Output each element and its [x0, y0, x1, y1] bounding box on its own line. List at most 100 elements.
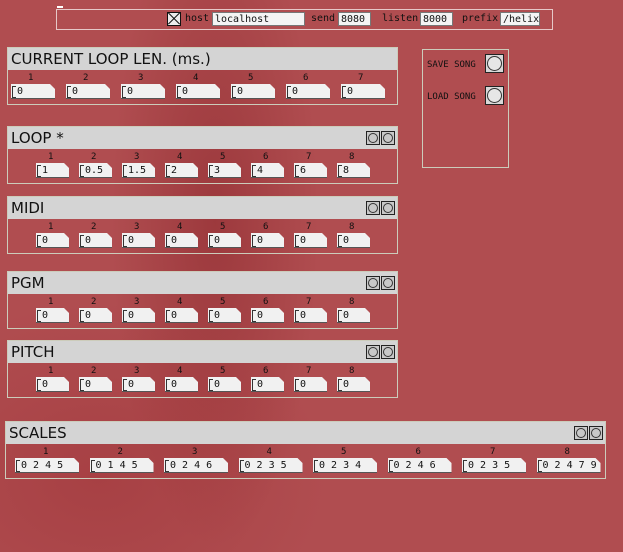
- pitch-column-label: 4: [177, 366, 183, 376]
- midi-number-box[interactable]: 0: [208, 233, 241, 248]
- scales-column-label: 4: [266, 447, 272, 457]
- midi-number-box[interactable]: 0: [294, 233, 327, 248]
- pgm-column-label: 4: [177, 297, 183, 307]
- pitch-column-label: 3: [134, 366, 140, 376]
- scales-number-box[interactable]: 0 2 3 5 6>: [462, 458, 526, 473]
- scales-number-box[interactable]: 0 2 4 6 7>: [164, 458, 228, 473]
- loop-column-label: 6: [263, 152, 269, 162]
- pgm-number-box[interactable]: 0: [208, 308, 241, 323]
- loop-number-box[interactable]: 6: [294, 163, 327, 178]
- loop_len-column-label: 7: [358, 73, 364, 83]
- scales-number-box[interactable]: 0 2 4 5 7>: [15, 458, 79, 473]
- pgm-bang-2[interactable]: [381, 276, 395, 290]
- scales-column-label: 5: [341, 447, 347, 457]
- osc-settings-bar: host localhost send 8080 listen 8000 pre…: [56, 6, 553, 30]
- pgm-bang-1[interactable]: [366, 276, 380, 290]
- midi-column-label: 6: [263, 222, 269, 232]
- pgm-number-box[interactable]: 0: [79, 308, 112, 323]
- osc-enable-toggle[interactable]: [167, 12, 181, 26]
- midi-column-label: 4: [177, 222, 183, 232]
- pitch-bang-1[interactable]: [366, 345, 380, 359]
- loop_len-number-box[interactable]: 0: [66, 84, 110, 99]
- pgm-number-box[interactable]: 0: [294, 308, 327, 323]
- loop-number-box[interactable]: 8: [337, 163, 370, 178]
- midi-number-box[interactable]: 0: [251, 233, 284, 248]
- prefix-field[interactable]: /helix: [500, 12, 540, 26]
- pgm-number-box[interactable]: 0: [122, 308, 155, 323]
- scales-panel: SCALES 10 2 4 5 7> 2 0 1 4 5 7> 3 0 2 4 6 7>…: [5, 421, 606, 479]
- pgm-number-box[interactable]: 0: [337, 308, 370, 323]
- loop-column-label: 7: [306, 152, 312, 162]
- bar-marker: [57, 6, 63, 8]
- pgm-column-label: 7: [306, 297, 312, 307]
- loop-column-label: 4: [177, 152, 183, 162]
- pitch-number-box[interactable]: 0: [122, 377, 155, 392]
- send-port-field[interactable]: 8080: [338, 12, 371, 26]
- scales-column-label: 2: [117, 447, 123, 457]
- pitch-number-box[interactable]: 0: [294, 377, 327, 392]
- song-panel: SAVE SONG LOAD SONG: [422, 49, 509, 168]
- host-label: host: [185, 13, 210, 24]
- scales-number-box[interactable]: 0 2 4 7 9: [537, 458, 601, 473]
- pitch-bang-2[interactable]: [381, 345, 395, 359]
- pgm-number-box[interactable]: 0: [165, 308, 198, 323]
- pgm-column-label: 5: [220, 297, 226, 307]
- loop_len-number-box[interactable]: 0: [121, 84, 165, 99]
- scales-number-box[interactable]: 0 2 4 6 8>: [388, 458, 452, 473]
- save-song-button[interactable]: [485, 54, 504, 73]
- loop_len-number-box[interactable]: 0: [11, 84, 55, 99]
- loop_len-column-label: 2: [83, 73, 89, 83]
- loop-bang-2[interactable]: [381, 131, 395, 145]
- loop-number-box[interactable]: 1: [36, 163, 69, 178]
- scales-number-box[interactable]: 0 1 4 5 7>: [90, 458, 154, 473]
- loop-number-box[interactable]: 2: [165, 163, 198, 178]
- midi-bang-2[interactable]: [381, 201, 395, 215]
- midi-number-box[interactable]: 0: [165, 233, 198, 248]
- loop-number-box[interactable]: 4: [251, 163, 284, 178]
- pitch-number-box[interactable]: 0: [79, 377, 112, 392]
- pitch-number-box[interactable]: 0: [208, 377, 241, 392]
- scales-number-box[interactable]: 0 2 3 5 7>: [239, 458, 303, 473]
- pitch-number-box[interactable]: 0: [337, 377, 370, 392]
- loop-number-box[interactable]: 1.5: [122, 163, 155, 178]
- loop-column-label: 3: [134, 152, 140, 162]
- pitch-number-box[interactable]: 0: [251, 377, 284, 392]
- pitch-column-label: 6: [263, 366, 269, 376]
- loop-title: LOOP *: [8, 127, 397, 149]
- loop-number-box[interactable]: 0.5: [79, 163, 112, 178]
- pgm-number-box[interactable]: 0: [36, 308, 69, 323]
- midi-number-box[interactable]: 0: [36, 233, 69, 248]
- loop_len-number-box[interactable]: 0: [176, 84, 220, 99]
- loop_len-number-box[interactable]: 0: [286, 84, 330, 99]
- load-song-button[interactable]: [485, 86, 504, 105]
- loop_len-column-label: 5: [248, 73, 254, 83]
- midi-number-box[interactable]: 0: [79, 233, 112, 248]
- pgm-column-label: 3: [134, 297, 140, 307]
- scales-column-label: 1: [43, 447, 49, 457]
- midi-number-box[interactable]: 0: [122, 233, 155, 248]
- pitch-column-label: 2: [91, 366, 97, 376]
- scales-number-box[interactable]: 0 2 3 4 5>: [313, 458, 377, 473]
- listen-port-field[interactable]: 8000: [420, 12, 453, 26]
- scales-bang-2[interactable]: [589, 426, 603, 440]
- midi-number-box[interactable]: 0: [337, 233, 370, 248]
- scales-column-label: 3: [192, 447, 198, 457]
- pitch-number-box[interactable]: 0: [165, 377, 198, 392]
- pitch-number-box[interactable]: 0: [36, 377, 69, 392]
- scales-title: SCALES: [6, 422, 605, 444]
- loop-length-title: CURRENT LOOP LEN. (ms.): [8, 48, 397, 70]
- pitch-column-label: 1: [48, 366, 54, 376]
- pgm-number-box[interactable]: 0: [251, 308, 284, 323]
- midi-bang-1[interactable]: [366, 201, 380, 215]
- loop_len-column-label: 6: [303, 73, 309, 83]
- scales-bang-1[interactable]: [574, 426, 588, 440]
- loop-number-box[interactable]: 3: [208, 163, 241, 178]
- scales-column-label: 8: [564, 447, 570, 457]
- midi-column-label: 5: [220, 222, 226, 232]
- loop-column-label: 5: [220, 152, 226, 162]
- host-field[interactable]: localhost: [212, 12, 305, 26]
- loop_len-number-box[interactable]: 0: [231, 84, 275, 99]
- loop_len-number-box[interactable]: 0: [341, 84, 385, 99]
- loop-bang-1[interactable]: [366, 131, 380, 145]
- loop-length-panel: CURRENT LOOP LEN. (ms.) 10203040506070: [7, 47, 398, 105]
